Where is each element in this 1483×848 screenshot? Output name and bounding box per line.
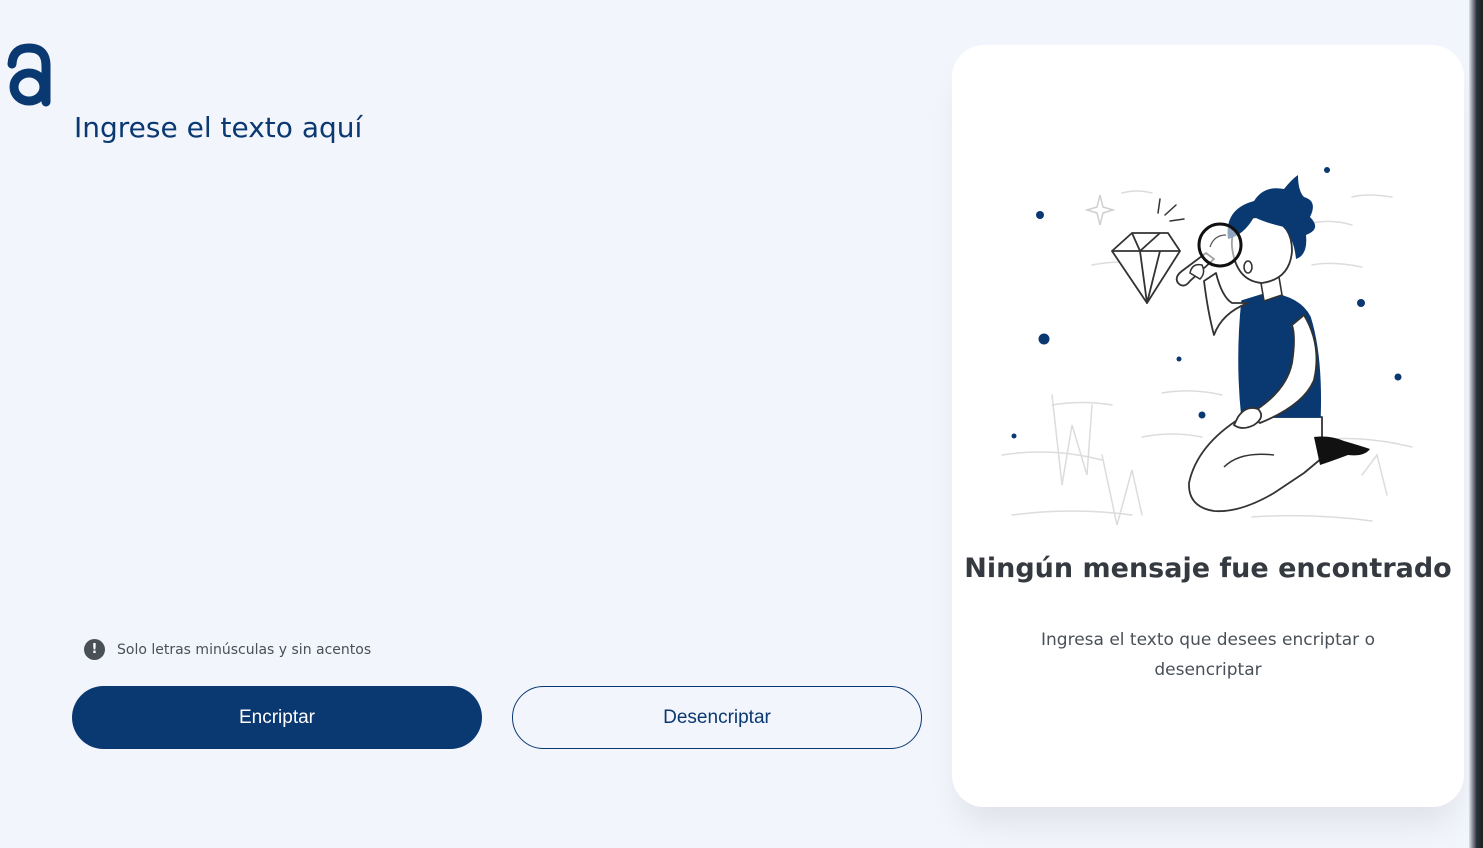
exclamation-circle-icon: ! [84,639,105,660]
alura-logo [7,43,51,107]
person-with-magnifier-illustration [1001,167,1413,526]
message-input[interactable] [74,108,894,608]
empty-state-subtitle: Ingresa el texto que desees encriptar o … [1041,630,1375,680]
input-hint: ! Solo letras minúsculas y sin acentos [84,639,371,660]
empty-state-title: Ningún mensaje fue encontrado [964,553,1452,584]
output-panel: Ningún mensaje fue encontrado Ingresa el… [952,45,1464,807]
encrypt-button[interactable]: Encriptar [72,686,482,749]
hint-text: Solo letras minúsculas y sin acentos [117,641,372,658]
decrypt-button[interactable]: Desencriptar [512,686,922,749]
window-edge [1469,0,1483,848]
